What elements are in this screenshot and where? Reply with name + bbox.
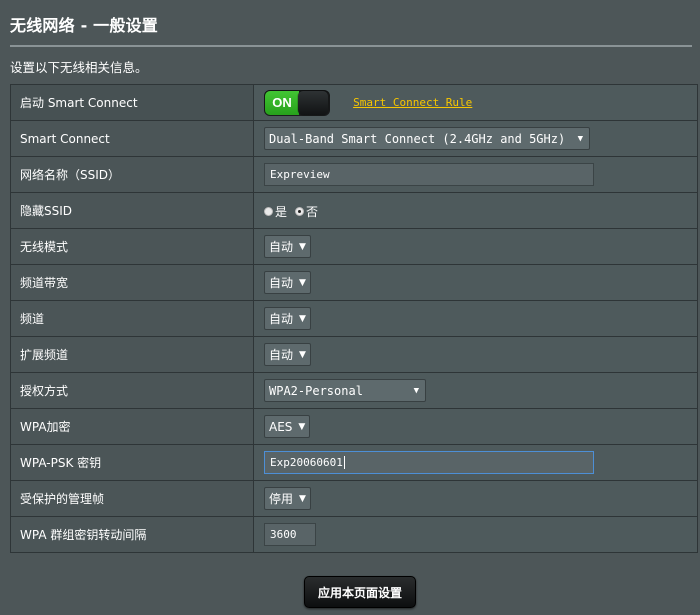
input-value: Expreview xyxy=(270,168,330,181)
hide-ssid-no-radio[interactable] xyxy=(295,207,305,216)
row-bandwidth: 频道带宽 自动 ▼ xyxy=(10,264,698,301)
row-label: WPA-PSK 密钥 xyxy=(10,444,254,481)
smart-connect-rule-link[interactable]: Smart Connect Rule xyxy=(353,96,472,109)
dropdown-caret-icon: ▼ xyxy=(298,421,306,432)
row-label: 网络名称（SSID） xyxy=(10,156,254,193)
smart-connect-toggle[interactable]: ON xyxy=(264,89,330,116)
select-value: Dual-Band Smart Connect (2.4GHz and 5GHz… xyxy=(269,131,566,146)
hide-ssid-radio-group: 是 否 xyxy=(264,203,326,220)
dropdown-caret-icon: ▼ xyxy=(299,277,306,288)
row-label: 授权方式 xyxy=(10,372,254,409)
select-value: 自动 xyxy=(269,348,294,362)
input-value: Exp20060601 xyxy=(270,456,343,469)
radio-label-yes: 是 xyxy=(275,205,288,219)
row-wireless-mode: 无线模式 自动 ▼ xyxy=(10,228,698,265)
hide-ssid-yes-radio[interactable] xyxy=(264,207,273,216)
ssid-input[interactable]: Expreview xyxy=(264,163,594,186)
row-wpa-encryption: WPA加密 AES ▼ xyxy=(10,408,698,445)
dropdown-caret-icon: ▼ xyxy=(299,241,306,252)
select-value: 自动 xyxy=(269,276,294,290)
row-label: WPA 群组密钥转动间隔 xyxy=(10,516,254,553)
smart-connect-mode-select[interactable]: Dual-Band Smart Connect (2.4GHz and 5GHz… xyxy=(264,127,590,150)
row-pmf: 受保护的管理帧 停用 ▼ xyxy=(10,480,698,517)
radio-label-no: 否 xyxy=(306,205,319,219)
row-label: 受保护的管理帧 xyxy=(10,480,254,517)
dropdown-caret-icon: ▼ xyxy=(299,349,306,360)
apply-button[interactable]: 应用本页面设置 xyxy=(304,576,416,608)
row-value: 3600 xyxy=(253,516,698,553)
input-value: 3600 xyxy=(270,528,297,541)
row-value: Expreview xyxy=(253,156,698,193)
row-smart-connect-mode: Smart Connect Dual-Band Smart Connect (2… xyxy=(10,120,698,157)
title-divider xyxy=(10,45,692,47)
row-smart-connect-toggle: 启动 Smart Connect ON Smart Connect Rule xyxy=(10,84,698,121)
rekey-interval-input[interactable]: 3600 xyxy=(264,523,316,546)
row-value: ON Smart Connect Rule xyxy=(253,84,698,121)
row-value: Dual-Band Smart Connect (2.4GHz and 5GHz… xyxy=(253,120,698,157)
wpa-encryption-select[interactable]: AES ▼ xyxy=(264,415,311,438)
row-label: 隐藏SSID xyxy=(10,192,254,229)
row-label: 频道带宽 xyxy=(10,264,254,301)
dropdown-caret-icon: ▼ xyxy=(299,313,306,324)
row-channel: 频道 自动 ▼ xyxy=(10,300,698,337)
row-ssid: 网络名称（SSID） Expreview xyxy=(10,156,698,193)
dropdown-caret-icon: ▼ xyxy=(299,493,306,504)
bandwidth-select[interactable]: 自动 ▼ xyxy=(264,271,311,294)
row-label: 频道 xyxy=(10,300,254,337)
select-value: 自动 xyxy=(269,240,294,254)
row-hide-ssid: 隐藏SSID 是 否 xyxy=(10,192,698,229)
row-label: 无线模式 xyxy=(10,228,254,265)
row-value: 停用 ▼ xyxy=(253,480,698,517)
text-cursor xyxy=(343,456,345,469)
row-auth-method: 授权方式 WPA2-Personal ▼ xyxy=(10,372,698,409)
wireless-mode-select[interactable]: 自动 ▼ xyxy=(264,235,311,258)
row-value: 自动 ▼ xyxy=(253,300,698,337)
row-wpa-psk: WPA-PSK 密钥 Exp20060601 xyxy=(10,444,698,481)
toggle-on-label: ON xyxy=(265,90,299,115)
row-value: 是 否 xyxy=(253,192,698,229)
row-value: AES ▼ xyxy=(253,408,698,445)
select-value: 自动 xyxy=(269,312,294,326)
row-value: WPA2-Personal ▼ xyxy=(253,372,698,409)
row-value: 自动 ▼ xyxy=(253,336,698,373)
page-description: 设置以下无线相关信息。 xyxy=(10,60,148,75)
row-value: 自动 ▼ xyxy=(253,264,698,301)
row-ext-channel: 扩展频道 自动 ▼ xyxy=(10,336,698,373)
ext-channel-select[interactable]: 自动 ▼ xyxy=(264,343,311,366)
pmf-select[interactable]: 停用 ▼ xyxy=(264,487,311,510)
select-value: 停用 xyxy=(269,492,294,506)
row-value: 自动 ▼ xyxy=(253,228,698,265)
settings-table: 启动 Smart Connect ON Smart Connect Rule S… xyxy=(10,84,698,553)
row-rekey-interval: WPA 群组密钥转动间隔 3600 xyxy=(10,516,698,553)
page-title: 无线网络 - 一般设置 xyxy=(10,16,158,35)
row-label: 扩展频道 xyxy=(10,336,254,373)
row-value: Exp20060601 xyxy=(253,444,698,481)
select-value: WPA2-Personal xyxy=(269,383,363,398)
toggle-knob xyxy=(298,90,328,115)
row-label: 启动 Smart Connect xyxy=(10,84,254,121)
row-label: WPA加密 xyxy=(10,408,254,445)
channel-select[interactable]: 自动 ▼ xyxy=(264,307,311,330)
dropdown-caret-icon: ▼ xyxy=(577,133,583,144)
row-label: Smart Connect xyxy=(10,120,254,157)
select-value: AES xyxy=(269,419,293,434)
auth-method-select[interactable]: WPA2-Personal ▼ xyxy=(264,379,426,402)
wpa-psk-input[interactable]: Exp20060601 xyxy=(264,451,594,474)
dropdown-caret-icon: ▼ xyxy=(413,385,419,396)
